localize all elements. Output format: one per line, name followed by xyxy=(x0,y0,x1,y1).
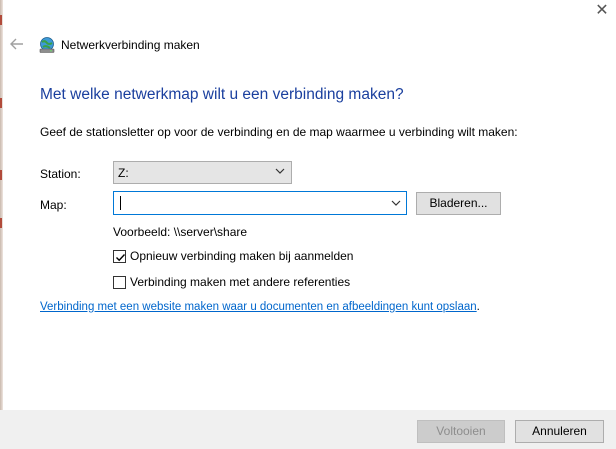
station-value: Z: xyxy=(118,166,129,180)
station-label: Station: xyxy=(40,167,81,181)
map-label: Map: xyxy=(40,198,67,212)
back-button[interactable] xyxy=(8,36,26,54)
reconnect-checkbox[interactable] xyxy=(113,250,126,263)
other-credentials-label: Verbinding maken met andere referenties xyxy=(130,275,351,289)
window-title: Netwerkverbinding maken xyxy=(61,38,200,52)
footer-bar: Voltooien Annuleren xyxy=(0,410,616,449)
chevron-down-icon[interactable] xyxy=(391,198,401,208)
cancel-button[interactable]: Annuleren xyxy=(515,420,604,443)
title-bar: Netwerkverbinding maken ✕ xyxy=(0,0,616,86)
reconnect-label: Opnieuw verbinding maken bij aanmelden xyxy=(130,249,354,263)
website-link[interactable]: Verbinding met een website maken waar u … xyxy=(40,301,477,313)
website-link-row: Verbinding met een website maken waar u … xyxy=(40,301,480,313)
finish-button[interactable]: Voltooien xyxy=(417,420,505,443)
close-button[interactable]: ✕ xyxy=(588,0,616,24)
chevron-down-icon xyxy=(275,168,285,174)
checkmark-icon xyxy=(116,254,126,262)
arrow-left-icon xyxy=(10,38,23,50)
instruction-text: Geef de stationsletter op voor de verbin… xyxy=(40,125,518,139)
close-icon: ✕ xyxy=(595,2,609,19)
station-dropdown[interactable]: Z: xyxy=(113,161,292,184)
network-drive-icon xyxy=(38,36,56,54)
other-credentials-checkbox[interactable] xyxy=(113,276,126,289)
link-period: . xyxy=(476,301,480,313)
browse-button[interactable]: Bladeren... xyxy=(416,192,501,215)
example-text: Voorbeeld: \\server\share xyxy=(113,225,248,239)
page-heading: Met welke netwerkmap wilt u een verbindi… xyxy=(40,86,404,103)
map-input[interactable] xyxy=(113,191,407,215)
text-cursor xyxy=(120,196,121,210)
